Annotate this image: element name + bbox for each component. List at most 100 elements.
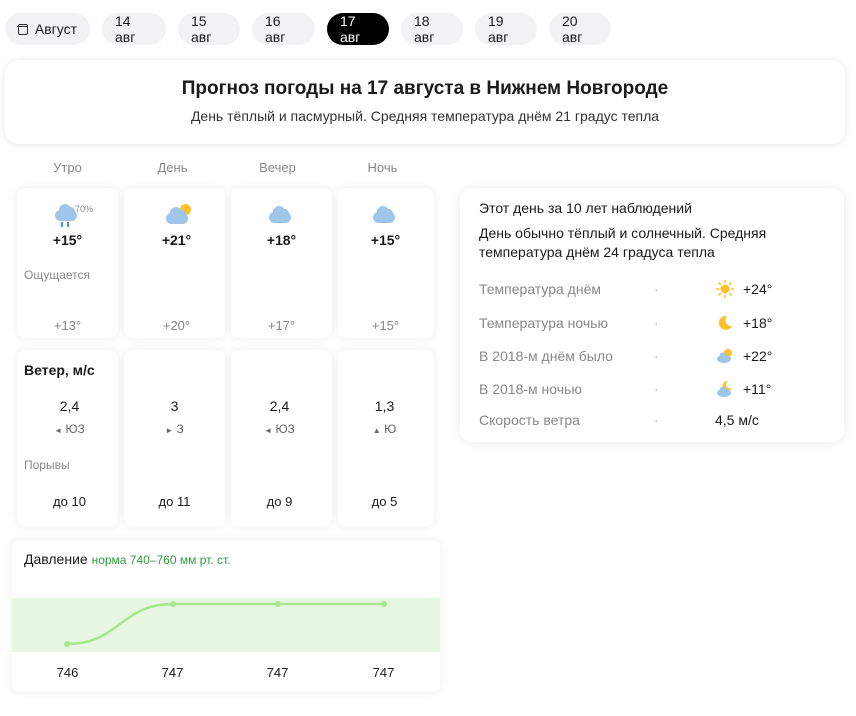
climate-row-value: +24° [743,281,773,297]
period-label: Ночь [367,160,398,175]
tab-day[interactable]: 14 авг [102,13,166,45]
tab-label: 15 авг [191,13,212,45]
tab-label: 20 авг [562,13,583,45]
tab-day[interactable]: 16 авг [252,13,315,45]
wind-arrow-icon: ◄ [54,426,63,435]
climate-card: Этот день за 10 лет наблюдений День обыч… [460,188,844,442]
tab-day[interactable]: 18 авг [401,13,463,45]
climate-row: Температура днём · +24° [479,279,829,301]
wind-arrow-icon: ▲ [372,426,381,435]
wind-cell: 2,4 ◄ ЮЗ до 10 [17,398,122,509]
climate-row-label: Температура ночью [479,315,608,331]
feels-value: +13° [53,318,82,333]
pressure-point [64,641,70,647]
pressure-title: Давление норма 740–760 мм рт. ст. [24,551,230,567]
tab-label: 17 авг [340,13,361,45]
climate-title: Этот день за 10 лет наблюдений [479,200,692,216]
wind-cell: 1,3 ▲ Ю до 5 [332,398,437,509]
tab-label: Август [34,21,77,37]
pressure-title-text: Давление [24,551,88,567]
period-headers: Утро День Вечер Ночь [15,160,435,175]
tab-month[interactable]: Август [5,13,90,45]
pressure-point [170,601,176,607]
pressure-point [275,601,281,607]
tab-label: 14 авг [115,13,136,45]
temp-value: +21° [161,232,192,248]
climate-row: Температура ночью · +18° [479,315,829,335]
pressure-point [381,601,387,607]
climate-row-value: 4,5 м/с [715,412,759,428]
pressure-norm: норма 740–760 мм рт. ст. [91,553,231,567]
dot-separator: · [654,381,659,397]
feels-value: +20° [162,318,191,333]
partly-cloudy-icon [124,200,229,226]
temp-value: +18° [266,232,297,248]
date-tabs: Август 14 авг 15 авг 16 авг 17 авг 18 ав… [5,13,611,45]
dot-separator: · [654,412,659,428]
pressure-value: 747 [266,665,289,680]
gust-value: до 11 [158,494,191,509]
pressure-value: 746 [56,665,79,680]
wind-speed: 2,4 [59,398,80,414]
dot-separator: · [654,315,659,331]
precip-probability: 70% [75,204,94,214]
partly-cloudy-icon [717,349,732,363]
gust-label: Порывы [24,458,70,472]
forecast-header: Прогноз погоды на 17 августа в Нижнем Но… [5,60,845,144]
climate-row-value: +11° [743,381,772,397]
wind-speed: 3 [170,398,179,414]
cloudy-night-icon [717,380,732,397]
tab-day[interactable]: 20 авг [549,13,611,45]
cloudy-icon [333,200,438,226]
wind-cell: 2,4 ◄ ЮЗ до 9 [227,398,332,509]
pressure-line [66,602,384,646]
tab-day[interactable]: 19 авг [475,13,537,45]
wind-direction: З [176,422,184,436]
temp-value: +15° [370,232,401,248]
wind-arrow-icon: ◄ [264,426,273,435]
period-label: Утро [53,160,82,175]
period-label: Вечер [259,160,296,175]
wind-arrow-icon: ► [165,426,174,435]
period-label: День [157,160,188,175]
page-subtitle: День тёплый и пасмурный. Средняя темпера… [190,108,660,124]
tab-day-selected[interactable]: 17 авг [327,13,389,45]
climate-row-label: В 2018-м ночью [479,381,582,397]
cloud-rain-icon: 70% [15,200,120,227]
tab-label: 18 авг [414,13,435,45]
temp-cell: +15° +15° [333,200,438,333]
tab-day[interactable]: 15 авг [178,13,240,45]
tab-label: 19 авг [488,13,509,45]
feels-label: Ощущается [24,268,91,282]
wind-speed: 2,4 [269,398,290,414]
page-title: Прогноз погоды на 17 августа в Нижнем Но… [181,78,669,99]
wind-direction: ЮЗ [275,422,295,436]
climate-description: День обычно тёплый и солнечный. Средняя … [479,225,767,260]
climate-row: В 2018-м ночью · +11° [479,380,829,401]
climate-row-value: +22° [743,348,773,364]
pressure-value: 747 [372,665,395,680]
feels-value: +17° [267,318,296,333]
climate-row: В 2018-м днём было · +22° [479,348,829,368]
wind-speed: 1,3 [374,398,395,414]
pressure-chart [64,601,387,647]
temp-cell: +18° +17° [229,200,334,333]
climate-row-label: Скорость ветра [479,412,580,428]
temp-cell: +21° +20° [124,200,229,333]
dot-separator: · [654,348,659,364]
tab-label: 16 авг [265,13,286,45]
feels-value: +15° [371,318,400,333]
pressure-value: 747 [161,665,184,680]
wind-direction: ЮЗ [65,422,85,436]
climate-row-value: +18° [743,315,773,331]
dot-separator: · [654,281,659,297]
gust-value: до 5 [371,494,398,509]
wind-cell: 3 ► З до 11 [122,398,227,509]
gust-value: до 9 [266,494,293,509]
calendar-icon [17,23,29,35]
wind-direction: Ю [384,422,397,436]
gust-value: до 10 [53,494,86,509]
climate-row-label: Температура днём [479,281,601,297]
wind-title: Ветер, м/с [24,362,95,378]
cloudy-icon [229,200,334,226]
